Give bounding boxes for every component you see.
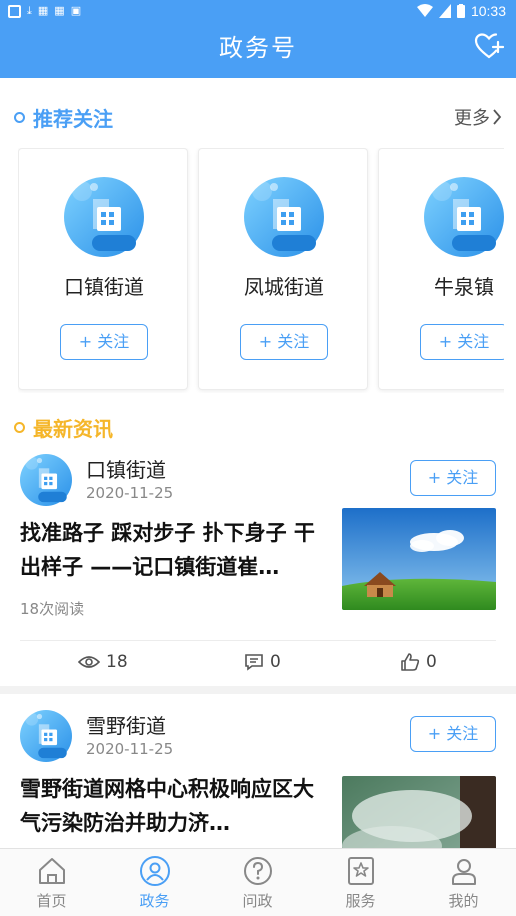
- follow-button[interactable]: + 关注: [60, 324, 148, 360]
- news-org-name[interactable]: 口镇街道: [86, 454, 166, 483]
- nav-service[interactable]: 服务: [309, 855, 412, 911]
- recommend-card[interactable]: 牛泉镇 + 关注: [378, 148, 504, 390]
- home-icon: [38, 858, 65, 884]
- org-avatar-icon: [64, 177, 144, 257]
- status-time: 10:33: [470, 3, 506, 19]
- bottom-nav: 首页 政务 问政 服务 我的: [0, 848, 516, 916]
- org-avatar-icon: [20, 454, 72, 506]
- comment-icon: [245, 654, 263, 671]
- org-avatar-icon: [244, 177, 324, 257]
- recommend-org-name: 牛泉镇: [434, 275, 494, 299]
- follow-button[interactable]: + 关注: [410, 716, 496, 752]
- nav-label: 首页: [36, 892, 67, 910]
- status-notifications: ⤓ ▦ ▦ ▣: [8, 4, 81, 18]
- recommend-card[interactable]: 凤城街道 + 关注: [198, 148, 368, 390]
- app-icon: ▣: [70, 4, 82, 17]
- recommend-section-header: 推荐关注: [14, 104, 113, 131]
- service-star-icon: [347, 857, 374, 885]
- nav-profile[interactable]: 我的: [412, 855, 515, 911]
- follow-button[interactable]: + 关注: [410, 460, 496, 496]
- nav-label: 我的: [448, 892, 479, 910]
- signal-icon: ▦: [37, 4, 49, 17]
- news-headline[interactable]: 雪野街道网格中心积极响应区大气污染防治并助力济…: [20, 772, 330, 840]
- status-system: 10:33: [416, 3, 506, 19]
- news-divider: [20, 640, 496, 641]
- recommend-title: 推荐关注: [33, 106, 113, 131]
- news-headline[interactable]: 找准路子 踩对步子 扑下身子 干出样子 ——记口镇街道崔…: [20, 516, 330, 584]
- app-header: ⤓ ▦ ▦ ▣ 10:33 政务号: [0, 0, 516, 78]
- item-separator: [0, 686, 516, 694]
- signal-icon: ▦: [54, 4, 65, 17]
- recommend-carousel[interactable]: 口镇街道 + 关注 凤城街道 + 关注 牛泉镇 + 关注: [18, 148, 504, 393]
- battery-icon: [456, 4, 465, 18]
- recommend-org-name: 凤城街道: [244, 275, 324, 299]
- news-stats: 18 0 0: [0, 652, 516, 682]
- news-thumbnail[interactable]: [342, 508, 496, 610]
- signal-icon: [438, 4, 451, 18]
- main-content[interactable]: 推荐关注 更多 口镇街道 + 关注 凤城街道 + 关注 牛泉镇 + 关注 最新资…: [0, 78, 516, 848]
- likes-count: 0: [426, 652, 437, 672]
- follow-button[interactable]: + 关注: [420, 324, 504, 360]
- latest-section-header: 最新资讯: [14, 414, 113, 441]
- more-label: 更多: [454, 108, 490, 129]
- org-avatar-icon: [424, 177, 504, 257]
- follow-button[interactable]: + 关注: [240, 324, 328, 360]
- views-count: 18: [106, 652, 128, 672]
- nav-label: 服务: [345, 892, 376, 910]
- thumbs-up-icon: [401, 653, 420, 671]
- comments-count: 0: [270, 652, 281, 672]
- heart-plus-icon[interactable]: [474, 32, 504, 60]
- eye-icon: [78, 656, 100, 668]
- question-icon: [243, 857, 272, 885]
- government-icon: [139, 856, 170, 886]
- latest-title: 最新资讯: [33, 416, 113, 441]
- chevron-right-icon: [493, 109, 502, 125]
- page-title: 政务号: [219, 34, 297, 62]
- wifi-icon: [416, 4, 433, 17]
- nav-government[interactable]: 政务: [103, 855, 206, 911]
- nav-label: 政务: [139, 892, 170, 910]
- comments-stat[interactable]: 0: [244, 652, 281, 672]
- recommend-org-name: 口镇街道: [64, 275, 144, 299]
- status-bar: ⤓ ▦ ▦ ▣ 10:33: [0, 0, 516, 24]
- section-dot-icon: [14, 421, 25, 433]
- profile-icon: [451, 859, 476, 885]
- views-stat: 18: [78, 652, 128, 672]
- news-item[interactable]: 口镇街道 2020-11-25 + 关注 找准路子 踩对步子 扑下身子 干出样子…: [0, 454, 516, 694]
- news-org-name[interactable]: 雪野街道: [86, 710, 166, 739]
- nav-label: 问政: [242, 892, 273, 910]
- news-date: 2020-11-25: [86, 484, 174, 502]
- news-date: 2020-11-25: [86, 740, 174, 758]
- recommend-card[interactable]: 口镇街道 + 关注: [18, 148, 188, 390]
- likes-stat[interactable]: 0: [400, 652, 437, 672]
- news-item[interactable]: 雪野街道 2020-11-25 + 关注 雪野街道网格中心积极响应区大气污染防治…: [0, 710, 516, 848]
- notification-box-icon: [8, 4, 21, 18]
- org-avatar-icon: [20, 710, 72, 762]
- more-link[interactable]: 更多: [454, 104, 502, 130]
- nav-home[interactable]: 首页: [0, 855, 103, 911]
- nav-ask[interactable]: 问政: [206, 855, 309, 911]
- section-dot-icon: [14, 111, 25, 123]
- news-thumbnail[interactable]: [342, 776, 496, 848]
- news-read-count: 18次阅读: [20, 600, 85, 618]
- download-icon: ⤓: [27, 4, 32, 17]
